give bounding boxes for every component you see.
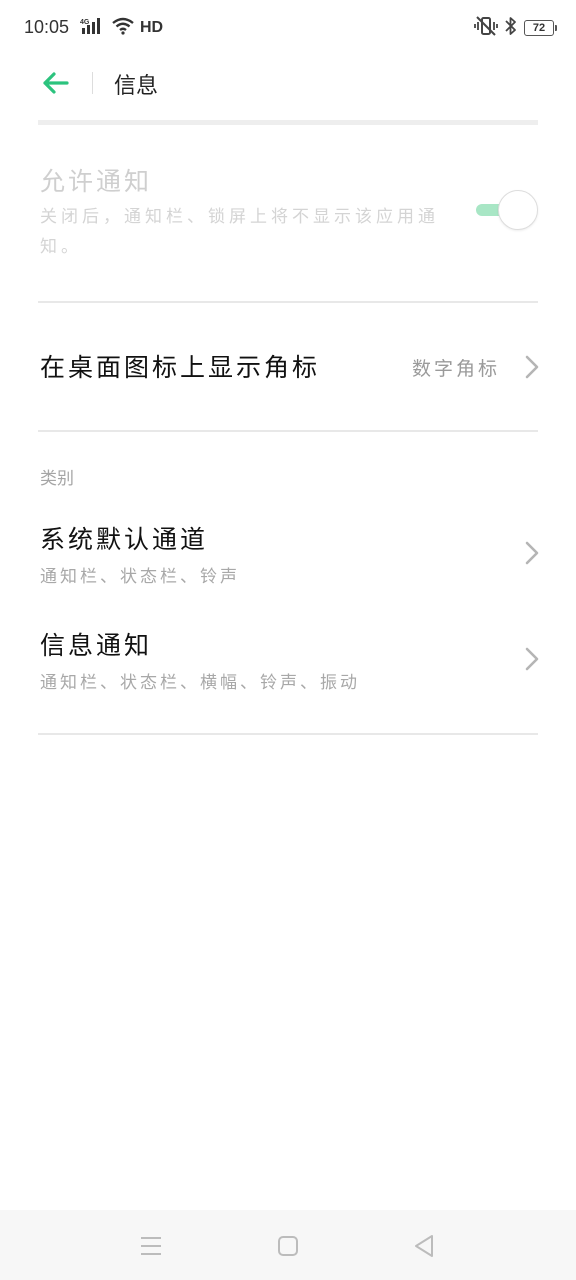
- badge-setting-row[interactable]: 在桌面图标上显示角标 数字角标: [0, 304, 576, 430]
- nav-back-button[interactable]: [410, 1232, 438, 1260]
- back-arrow-icon: [43, 72, 69, 94]
- allow-notification-description: 关闭后，通知栏、锁屏上将不显示该应用通知。: [40, 207, 439, 257]
- navigation-bar: [0, 1210, 576, 1280]
- header-separator: [38, 120, 538, 125]
- wifi-icon: [112, 17, 134, 39]
- allow-notification-title: 允许通知: [40, 167, 153, 196]
- chevron-right-icon: [525, 541, 539, 565]
- hd-label: HD: [140, 19, 164, 36]
- menu-icon: [141, 1237, 161, 1255]
- back-icon: [415, 1235, 433, 1257]
- header: 信息: [0, 58, 576, 108]
- signal-icon: 4G: [80, 16, 106, 40]
- chevron-right-icon: [525, 647, 539, 671]
- badge-setting-value: 数字角标: [411, 358, 500, 380]
- toggle-thumb: [498, 190, 538, 230]
- status-left-icons: 4G HD: [80, 16, 163, 40]
- vibrate-icon: [474, 16, 498, 40]
- category-item-message-notification[interactable]: 信息通知 通知栏、状态栏、横幅、铃声、振动: [0, 626, 576, 726]
- divider: [38, 301, 538, 303]
- badge-setting-label: 在桌面图标上显示角标: [40, 353, 321, 382]
- page-title: 信息: [114, 74, 159, 99]
- back-button[interactable]: [38, 66, 72, 100]
- network-type-label: 4G: [80, 19, 90, 26]
- status-right-icons: 72: [474, 16, 557, 40]
- category-item-system-default[interactable]: 系统默认通道 通知栏、状态栏、铃声: [0, 520, 576, 620]
- bluetooth-icon: [504, 16, 518, 40]
- status-time: 10:05: [24, 17, 70, 37]
- category-item-title: 系统默认通道: [40, 525, 209, 554]
- allow-notification-toggle[interactable]: [476, 190, 538, 230]
- home-icon: [278, 1236, 298, 1256]
- category-item-subtitle: 通知栏、状态栏、横幅、铃声、振动: [40, 673, 360, 693]
- divider: [38, 430, 538, 432]
- divider: [38, 733, 538, 735]
- home-button[interactable]: [274, 1232, 302, 1260]
- menu-button[interactable]: [137, 1232, 165, 1260]
- battery-icon: 72: [524, 20, 557, 36]
- category-item-title: 信息通知: [40, 631, 153, 660]
- category-section-header: 类别: [40, 469, 74, 489]
- category-item-subtitle: 通知栏、状态栏、铃声: [40, 567, 240, 587]
- header-divider: [92, 72, 93, 94]
- status-bar: 10:05 4G HD 72: [0, 0, 576, 58]
- chevron-right-icon: [525, 355, 539, 379]
